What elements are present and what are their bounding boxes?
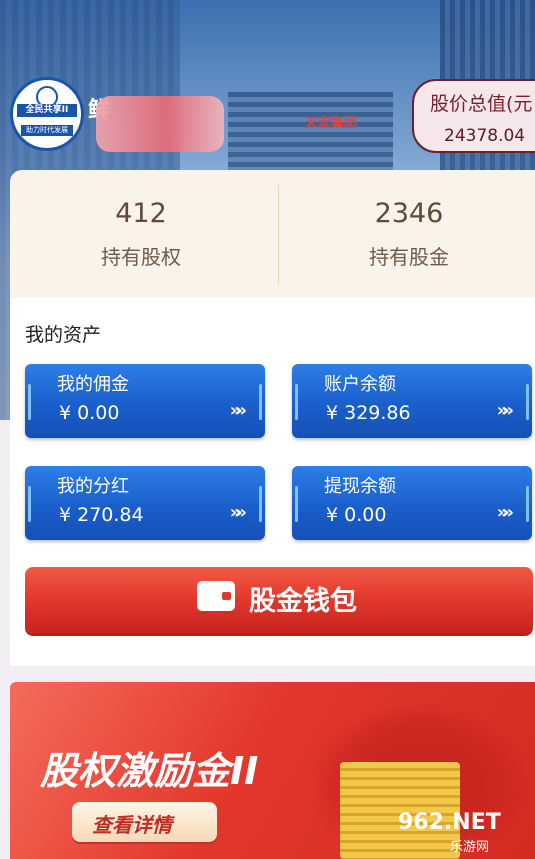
stock-total-label: 股价总值(元 xyxy=(430,93,533,115)
tile-commission[interactable]: 我的佣金 ¥ 0.00 »» xyxy=(25,364,265,438)
tile-value: ¥ 0.00 xyxy=(59,402,120,424)
wallet-icon xyxy=(197,581,235,611)
stats-card: 412 持有股权 2346 持有股金 xyxy=(10,170,535,298)
redaction-mark xyxy=(96,96,224,152)
logo-bottom-text: 助力时代发展 xyxy=(21,125,73,136)
stat-value: 412 xyxy=(115,198,167,229)
tile-value: ¥ 329.86 xyxy=(326,402,411,424)
stat-held-equity[interactable]: 412 持有股权 xyxy=(10,170,272,270)
building-sign: 天宏集团 xyxy=(305,116,358,131)
tile-value: ¥ 0.00 xyxy=(326,504,387,526)
tile-value: ¥ 270.84 xyxy=(59,504,144,526)
tile-label: 我的佣金 xyxy=(57,374,129,395)
watermark-sub: 乐游网 xyxy=(450,840,490,855)
banner-title: 股权激励金II xyxy=(40,749,259,793)
double-chevron-right-icon: »» xyxy=(496,400,514,421)
user-avatar-logo[interactable]: 全民共享II 助力时代发展 xyxy=(10,77,84,151)
double-chevron-right-icon: »» xyxy=(229,502,247,523)
tile-label: 我的分红 xyxy=(57,476,129,497)
stock-total-value[interactable]: 股价总值(元 24378.04 xyxy=(412,79,535,153)
double-chevron-right-icon: »» xyxy=(229,400,247,421)
stat-label: 持有股权 xyxy=(101,245,181,269)
logo-top-text: 全民共享II xyxy=(17,104,77,117)
stat-value: 2346 xyxy=(374,198,444,229)
tile-withdraw-balance[interactable]: 提现余额 ¥ 0.00 »» xyxy=(292,466,532,540)
stat-held-shares[interactable]: 2346 持有股金 xyxy=(278,170,535,270)
assets-title: 我的资产 xyxy=(25,324,102,346)
watermark: 962.NET xyxy=(398,810,501,835)
view-details-button[interactable]: 查看详情 xyxy=(72,802,217,842)
stat-label: 持有股金 xyxy=(369,245,449,269)
tile-label: 账户余额 xyxy=(324,374,396,395)
tile-account-balance[interactable]: 账户余额 ¥ 329.86 »» xyxy=(292,364,532,438)
tile-label: 提现余额 xyxy=(324,476,396,497)
tile-dividend[interactable]: 我的分红 ¥ 270.84 »» xyxy=(25,466,265,540)
stock-total-amount: 24378.04 xyxy=(444,126,526,146)
double-chevron-right-icon: »» xyxy=(496,502,514,523)
wallet-button-label: 股金钱包 xyxy=(249,586,357,617)
share-wallet-button[interactable]: 股金钱包 xyxy=(25,567,533,633)
view-details-label: 查看详情 xyxy=(92,813,172,837)
